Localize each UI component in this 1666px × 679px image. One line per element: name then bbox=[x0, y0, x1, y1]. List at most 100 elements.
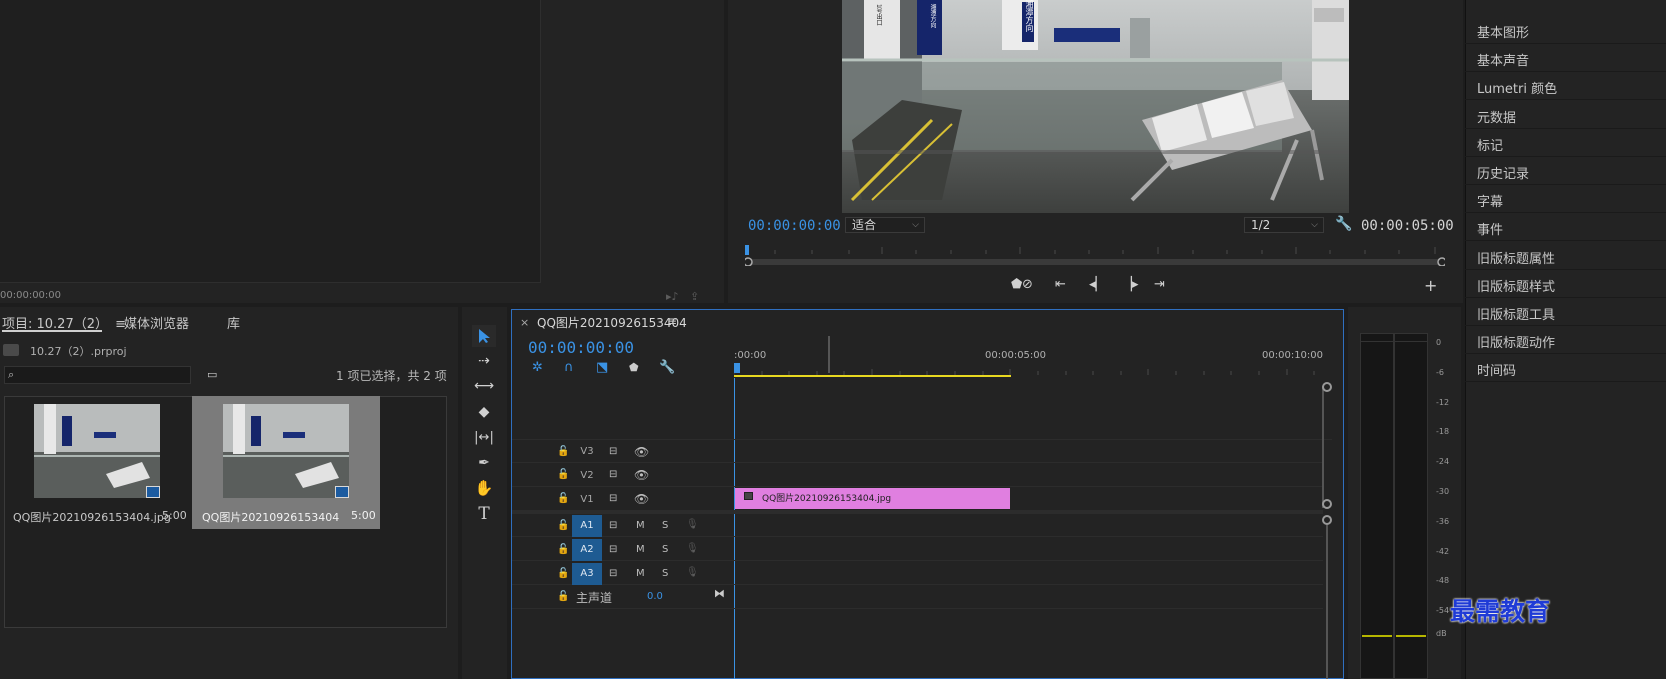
clip-name[interactable]: QQ图片20210926153404 bbox=[202, 509, 339, 525]
new-search-bin-icon[interactable]: ▭ bbox=[207, 368, 217, 381]
add-button-icon[interactable]: + bbox=[1424, 276, 1437, 295]
sync-lock-icon[interactable]: ⊟ bbox=[609, 568, 617, 579]
panel-list-item[interactable]: 时间码 bbox=[1465, 354, 1666, 383]
panel-list-item-label: 事件 bbox=[1477, 223, 1504, 239]
sequence-tab-label[interactable]: QQ图片20210926153404 bbox=[537, 314, 687, 331]
mute-button[interactable]: M bbox=[636, 520, 645, 531]
microphone-icon[interactable]: 🎙 bbox=[686, 567, 699, 578]
audio-vertical-scrollbar[interactable] bbox=[1326, 525, 1328, 679]
timeline-timecode[interactable]: 00:00:00:00 bbox=[528, 338, 634, 357]
step-forward-icon[interactable]: ▕▸ bbox=[1122, 277, 1139, 292]
panel-list-item[interactable]: 旧版标题样式 bbox=[1465, 270, 1666, 298]
track-label-a1[interactable]: A1 bbox=[572, 515, 602, 537]
drag-audio-icon[interactable]: ▸♪ bbox=[666, 290, 679, 303]
mixer-toggle-icon[interactable]: ⧓ bbox=[714, 587, 725, 600]
panel-list-item[interactable]: 旧版标题动作 bbox=[1465, 326, 1666, 355]
close-icon[interactable]: × bbox=[520, 316, 529, 329]
step-back-icon[interactable]: ◂▏ bbox=[1089, 277, 1106, 292]
audio-meter-left bbox=[1360, 333, 1394, 679]
lock-icon[interactable]: 🔓 bbox=[557, 591, 569, 602]
sync-lock-icon[interactable]: ⊟ bbox=[609, 493, 617, 504]
nest-icon[interactable]: ✲ bbox=[532, 360, 543, 375]
panel-list-item[interactable]: 基本声音 bbox=[1465, 44, 1666, 73]
panel-list-item[interactable]: 字幕 bbox=[1465, 185, 1666, 214]
program-timecode[interactable]: 00:00:00:00 bbox=[748, 218, 841, 234]
source-monitor-screen[interactable] bbox=[0, 0, 541, 283]
microphone-icon[interactable]: 🎙 bbox=[686, 519, 699, 530]
source-timecode[interactable]: 00:00:00:00 bbox=[0, 290, 61, 301]
track-label-v2[interactable]: V2 bbox=[572, 465, 602, 487]
sync-lock-icon[interactable]: ⊟ bbox=[609, 446, 617, 457]
tab-media-browser[interactable]: 媒体浏览器 bbox=[124, 313, 189, 332]
wrench-icon[interactable]: 🔧 bbox=[659, 360, 675, 375]
track-select-tool[interactable]: ⇢ bbox=[472, 350, 496, 372]
wrench-icon[interactable]: 🔧 bbox=[1335, 216, 1352, 232]
slip-tool[interactable]: |↔| bbox=[472, 426, 496, 448]
solo-button[interactable]: S bbox=[662, 568, 668, 579]
video-vertical-scrollbar[interactable] bbox=[1322, 386, 1330, 508]
track-label-v1[interactable]: V1 bbox=[572, 489, 602, 511]
lock-icon[interactable]: 🔓 bbox=[557, 520, 569, 531]
sync-lock-icon[interactable]: ⊟ bbox=[609, 520, 617, 531]
track-label-a2[interactable]: A2 bbox=[572, 539, 602, 561]
clip-thumbnail[interactable] bbox=[34, 404, 160, 498]
search-input-field[interactable] bbox=[23, 368, 183, 382]
panel-list-item[interactable]: 旧版标题属性 bbox=[1465, 242, 1666, 270]
panel-list-item[interactable]: 元数据 bbox=[1465, 101, 1666, 129]
program-video-frame[interactable]: 湘潭方向 湘潭方向 1号出口 bbox=[842, 0, 1349, 213]
panel-list-item[interactable]: Lumetri 颜色 bbox=[1465, 72, 1666, 101]
marker-icon[interactable]: ⬟ bbox=[629, 361, 639, 374]
lock-icon[interactable]: 🔓 bbox=[557, 568, 569, 579]
lock-icon[interactable]: 🔓 bbox=[557, 544, 569, 555]
sync-lock-icon[interactable]: ⊟ bbox=[609, 469, 617, 480]
panel-list-item[interactable]: 旧版标题工具 bbox=[1465, 298, 1666, 326]
selection-tool[interactable] bbox=[472, 325, 496, 347]
type-tool[interactable]: T bbox=[472, 503, 496, 525]
panel-list-item[interactable]: 事件 bbox=[1465, 213, 1666, 242]
eye-icon[interactable]: 👁 bbox=[634, 492, 649, 506]
resolution-dropdown[interactable]: 1/2 ⌵ bbox=[1244, 217, 1324, 233]
microphone-icon[interactable]: 🎙 bbox=[686, 543, 699, 554]
search-input[interactable]: ⌕ bbox=[4, 366, 191, 384]
menu-icon[interactable]: ≡ bbox=[667, 314, 677, 328]
track-label-a3[interactable]: A3 bbox=[572, 563, 602, 585]
export-frame-icon[interactable]: ⇪ bbox=[690, 290, 699, 303]
panel-list-item[interactable]: 基本图形 bbox=[1465, 16, 1666, 44]
audio-scroll-handle-top[interactable] bbox=[1322, 515, 1332, 525]
panel-list-item[interactable]: 历史记录 bbox=[1465, 157, 1666, 185]
lock-icon[interactable]: 🔓 bbox=[557, 493, 569, 504]
hand-tool[interactable]: ✋ bbox=[472, 477, 496, 499]
solo-button[interactable]: S bbox=[662, 520, 668, 531]
station-thumbnail-image bbox=[223, 404, 349, 498]
lock-icon[interactable]: 🔓 bbox=[557, 469, 569, 480]
go-to-in-icon[interactable]: ⇤ bbox=[1055, 277, 1066, 292]
mute-button[interactable]: M bbox=[636, 568, 645, 579]
eye-icon[interactable]: 👁 bbox=[634, 468, 649, 482]
mute-button[interactable]: M bbox=[636, 544, 645, 555]
clip-name[interactable]: QQ图片20210926153404.jpg bbox=[13, 509, 171, 525]
panel-list-item[interactable]: 标记 bbox=[1465, 129, 1666, 157]
clip-thumbnail[interactable] bbox=[223, 404, 349, 498]
program-scrubber[interactable] bbox=[745, 244, 1445, 266]
snap-magnet-icon[interactable]: ∩ bbox=[564, 360, 574, 375]
eye-icon[interactable]: 👁 bbox=[634, 445, 649, 459]
razor-tool[interactable]: ◆ bbox=[472, 401, 496, 423]
sync-lock-icon[interactable]: ⊟ bbox=[609, 544, 617, 555]
ripple-edit-tool[interactable]: ⟷ bbox=[472, 375, 496, 397]
scroll-handle-top[interactable] bbox=[1322, 382, 1332, 392]
linked-selection-icon[interactable]: ⬔ bbox=[596, 360, 608, 375]
master-volume-value[interactable]: 0.0 bbox=[647, 591, 663, 602]
go-to-out-icon[interactable]: ⇥ bbox=[1154, 277, 1165, 292]
lock-icon[interactable]: 🔓 bbox=[557, 446, 569, 457]
link-icon[interactable]: ⊘ bbox=[1022, 277, 1033, 292]
fit-dropdown[interactable]: 适合 ⌵ bbox=[845, 217, 925, 233]
pen-tool[interactable]: ✒ bbox=[472, 452, 496, 474]
tab-library[interactable]: 库 bbox=[227, 313, 240, 332]
audio-meter-right bbox=[1394, 333, 1428, 679]
track-row bbox=[512, 586, 1323, 609]
timeline-clip[interactable]: QQ图片20210926153404.jpg bbox=[735, 488, 1010, 509]
add-marker-icon[interactable]: ⬟ bbox=[1011, 277, 1022, 292]
solo-button[interactable]: S bbox=[662, 544, 668, 555]
scroll-handle-bottom[interactable] bbox=[1322, 499, 1332, 509]
track-label-v3[interactable]: V3 bbox=[572, 441, 602, 463]
